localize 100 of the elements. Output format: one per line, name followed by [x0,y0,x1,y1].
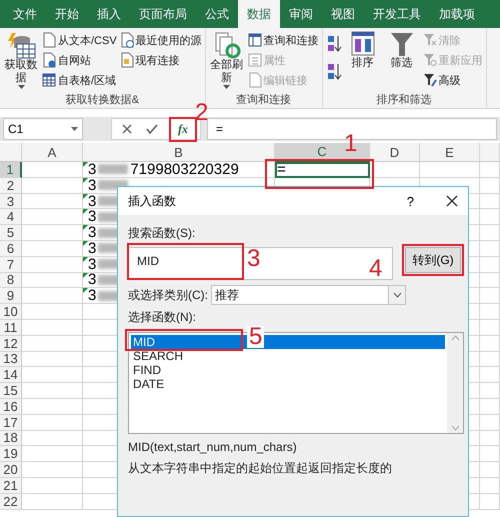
ribbon-tab[interactable]: 公式 [196,0,238,28]
table-cell[interactable] [480,478,500,494]
row-header[interactable]: 16 [0,398,22,415]
table-cell[interactable] [480,414,500,431]
ribbon-button[interactable]: 筛选 [384,31,420,70]
ribbon-button[interactable]: 现有连接 [120,51,202,69]
table-cell[interactable] [480,462,500,478]
table-cell[interactable] [480,209,500,226]
table-cell[interactable] [370,162,420,178]
insert-function-button[interactable]: fx [172,120,194,138]
table-cell[interactable] [480,320,500,336]
ribbon-tab[interactable]: 插入 [88,0,130,28]
row-header[interactable]: 7 [0,256,22,273]
go-button[interactable]: 转到(G) [405,247,461,273]
table-cell[interactable] [22,383,83,399]
row-header[interactable]: 20 [0,462,22,478]
category-dropdown[interactable]: 推荐 [211,285,406,305]
table-cell[interactable] [480,162,500,178]
table-cell[interactable] [22,225,83,241]
table-cell[interactable] [22,494,83,510]
row-header[interactable]: 1 [0,162,22,178]
scrollbar[interactable] [447,333,463,433]
function-item[interactable]: FIND [131,363,445,377]
table-cell[interactable] [480,398,500,415]
ribbon-tab[interactable]: 开始 [46,0,88,28]
table-cell[interactable] [480,352,500,368]
row-header[interactable]: 22 [0,494,22,510]
ribbon-tab[interactable]: 文件 [4,0,46,28]
table-cell[interactable] [480,194,500,210]
table-cell[interactable] [22,304,83,320]
table-cell[interactable] [22,209,83,226]
table-cell[interactable] [480,383,500,399]
function-item[interactable]: DATE [131,377,445,391]
row-header[interactable]: 4 [0,209,22,226]
table-cell[interactable] [22,194,83,210]
row-header[interactable]: 5 [0,225,22,241]
table-cell[interactable] [480,256,500,273]
column-header[interactable]: B [83,143,275,162]
row-header[interactable]: 21 [0,478,22,494]
row-header[interactable]: 9 [0,288,22,304]
row-header[interactable]: 17 [0,414,22,431]
ribbon-button[interactable]: 自网站 [42,51,117,69]
row-header[interactable]: 8 [0,272,22,288]
table-cell[interactable] [22,272,83,288]
ribbon-tab[interactable]: 视图 [322,0,364,28]
ribbon-tab[interactable]: 开发工具 [364,0,430,28]
row-header[interactable]: 13 [0,352,22,368]
table-cell[interactable] [22,414,83,431]
table-cell[interactable] [22,367,83,384]
row-header[interactable]: 18 [0,430,22,446]
row-header[interactable]: 3 [0,194,22,210]
table-cell[interactable] [480,178,500,194]
column-header[interactable]: E [420,143,480,162]
table-cell[interactable] [22,162,83,178]
row-header[interactable]: 10 [0,304,22,320]
ribbon-tab[interactable]: 加载项 [430,0,484,28]
active-cell[interactable]: = [275,162,370,178]
ribbon-tab[interactable]: 数据 [238,0,280,28]
ribbon-button[interactable]: 最近使用的源 [120,31,202,49]
table-cell[interactable] [480,288,500,304]
row-header[interactable]: 19 [0,446,22,462]
table-cell[interactable] [480,446,500,462]
table-cell[interactable] [22,446,83,462]
table-cell[interactable] [480,367,500,384]
table-cell[interactable] [22,288,83,304]
table-cell[interactable] [22,320,83,336]
row-header[interactable]: 12 [0,336,22,352]
function-item[interactable]: SEARCH [131,349,445,363]
table-cell[interactable] [22,462,83,478]
table-cell[interactable] [22,240,83,257]
table-cell[interactable] [480,225,500,241]
table-cell[interactable] [480,494,500,510]
help-button[interactable]: ? [400,192,420,210]
ribbon-button[interactable]: 查询和连接 [248,31,319,49]
row-header[interactable]: 11 [0,320,22,336]
row-header[interactable]: 14 [0,367,22,384]
ribbon-tab[interactable]: 审阅 [280,0,322,28]
ribbon-tab[interactable]: 页面布局 [130,0,196,28]
table-cell[interactable] [480,240,500,257]
table-cell[interactable] [22,352,83,368]
table-cell[interactable] [480,336,500,352]
row-header[interactable]: 2 [0,178,22,194]
table-cell[interactable] [22,178,83,194]
table-cell[interactable] [480,272,500,288]
ribbon-button[interactable]: 获取数据 [3,31,39,90]
table-cell[interactable] [480,304,500,320]
column-header[interactable]: A [22,143,83,162]
row-header[interactable]: 15 [0,383,22,399]
table-cell[interactable] [22,256,83,273]
select-all-corner[interactable] [0,143,22,162]
ribbon-button[interactable]: 自表格/区域 [42,71,117,89]
table-cell[interactable] [22,430,83,446]
table-cell[interactable] [22,336,83,352]
table-cell[interactable] [420,162,480,178]
ribbon-button[interactable]: 排序 [344,31,381,70]
ribbon-button[interactable]: 全部刷新 [208,31,245,90]
ribbon-button[interactable]: 高级 [422,71,483,89]
table-cell[interactable] [480,430,500,446]
row-header[interactable]: 6 [0,240,22,257]
table-cell[interactable] [22,478,83,494]
